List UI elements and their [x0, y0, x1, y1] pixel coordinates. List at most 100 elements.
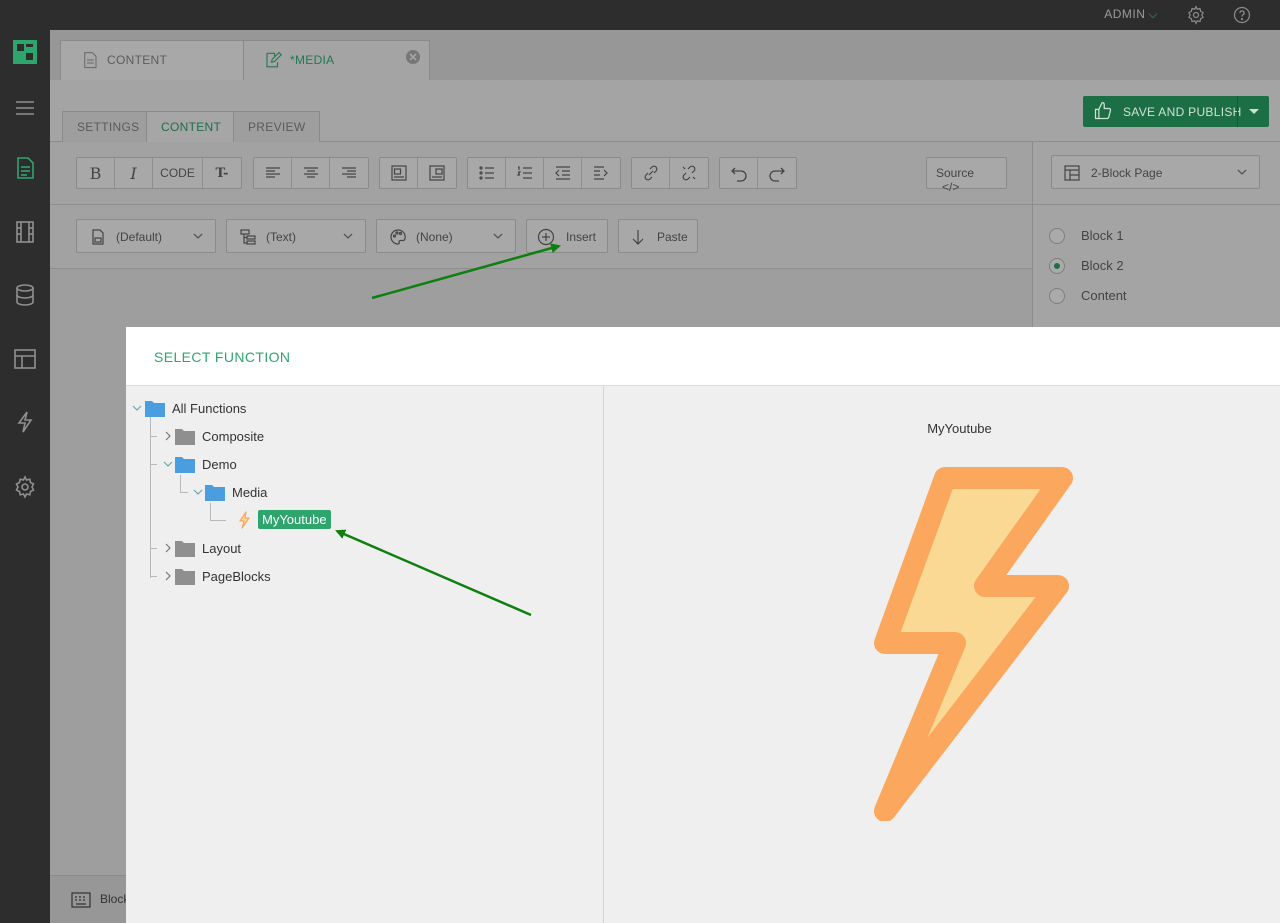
image-left-button[interactable] [380, 158, 418, 188]
radio-button[interactable] [1049, 288, 1065, 304]
top-bar: ADMIN ⌵ [0, 0, 1280, 30]
functions-icon[interactable] [13, 410, 37, 434]
source-button[interactable]: Source </> [926, 157, 1007, 194]
align-left-button[interactable] [254, 158, 292, 188]
folder-icon [175, 541, 195, 557]
tree-item-all-functions[interactable]: All Functions [126, 397, 426, 419]
tab-preview[interactable]: PREVIEW [233, 111, 321, 142]
list-group [467, 157, 621, 189]
content-icon[interactable] [13, 156, 37, 180]
insert-button[interactable]: Insert [526, 219, 608, 253]
layout-icon[interactable] [13, 347, 37, 371]
chevron-right-icon[interactable] [163, 543, 173, 553]
tree-item-pageblocks[interactable]: PageBlocks [126, 565, 426, 587]
chevron-down-icon [1237, 169, 1247, 175]
chevron-right-icon[interactable] [163, 431, 173, 441]
save-options-dropdown[interactable] [1237, 96, 1269, 127]
redo-button[interactable] [758, 158, 796, 188]
document-style-icon [92, 229, 104, 245]
tree-item-media[interactable]: Media [126, 481, 426, 503]
thumbs-up-icon [1094, 102, 1112, 120]
left-rail [0, 0, 50, 923]
align-group [253, 157, 369, 189]
italic-label: I [130, 163, 137, 183]
close-icon[interactable] [405, 49, 421, 65]
image-left-icon [390, 165, 407, 181]
link-button[interactable] [632, 158, 670, 188]
paste-button[interactable]: Paste [618, 219, 698, 253]
editor-subbar: SETTINGS CONTENT PREVIEW SAVE AND PUBLIS… [50, 80, 1280, 142]
tab-content[interactable]: CONTENT [60, 40, 244, 80]
folder-open-icon [205, 485, 225, 501]
tab-editor-content[interactable]: CONTENT [146, 111, 237, 142]
undo-button[interactable] [720, 158, 758, 188]
align-center-button[interactable] [292, 158, 330, 188]
tree-item-myyoutube[interactable]: MyYoutube [126, 509, 426, 531]
tab-label: *MEDIA [290, 53, 335, 67]
style-select[interactable]: (Default) [76, 219, 216, 253]
edit-document-icon [266, 51, 282, 68]
page-template-icon [1064, 165, 1080, 181]
tree-label: Media [232, 485, 268, 500]
italic-button[interactable]: I [115, 158, 153, 188]
undo-icon [730, 167, 747, 182]
chevron-right-icon[interactable] [163, 571, 173, 581]
dialog-header: SELECT FUNCTION [126, 327, 1280, 386]
data-icon[interactable] [13, 283, 37, 307]
align-center-icon [303, 167, 318, 178]
palette-icon [390, 229, 406, 245]
settings-icon[interactable] [13, 475, 37, 499]
save-and-publish-button[interactable]: SAVE AND PUBLISH [1083, 96, 1269, 127]
user-menu[interactable]: ADMIN ⌵ [1104, 7, 1158, 22]
element-select[interactable]: (Text) [226, 219, 366, 253]
indent-button[interactable] [582, 158, 620, 188]
bullet-list-button[interactable] [468, 158, 506, 188]
chevron-down-icon[interactable] [132, 403, 142, 413]
function-preview-bolt-icon [874, 467, 1073, 821]
tree-label: PageBlocks [202, 569, 271, 584]
code-label: CODE [160, 166, 195, 180]
tab-media[interactable]: *MEDIA [243, 40, 430, 80]
image-right-button[interactable] [418, 158, 456, 188]
media-icon[interactable] [13, 220, 37, 244]
outdent-icon [554, 166, 570, 180]
chevron-down-icon [343, 233, 353, 239]
tree-item-composite[interactable]: Composite [126, 425, 426, 447]
tree-label: Composite [202, 429, 265, 444]
numbered-list-icon [516, 166, 532, 179]
code-button[interactable]: CODE [153, 158, 203, 188]
folder-open-icon [175, 457, 195, 473]
function-bolt-icon [239, 511, 250, 529]
keyboard-icon[interactable] [71, 890, 91, 910]
template-select[interactable]: 2-Block Page [1051, 155, 1260, 189]
bottom-strip-label: Block [100, 892, 130, 906]
format-bar: (Default) (Text) (None) Insert Paste [50, 205, 1032, 269]
menu-icon[interactable] [13, 96, 37, 120]
tree-item-layout[interactable]: Layout [126, 537, 426, 559]
link-group [631, 157, 709, 189]
class-select[interactable]: (None) [376, 219, 516, 253]
chevron-down-icon[interactable] [163, 459, 173, 469]
unlink-button[interactable] [670, 158, 708, 188]
template-select-value: 2-Block Page [1091, 166, 1163, 180]
bold-button[interactable]: B [77, 158, 115, 188]
folder-icon [175, 569, 195, 585]
chevron-down-icon[interactable] [193, 487, 203, 497]
numbered-list-button[interactable] [506, 158, 544, 188]
chevron-down-icon [193, 233, 203, 239]
clear-format-button[interactable]: T- [203, 158, 241, 188]
code-brackets-icon: </> [942, 180, 960, 194]
app-logo-icon[interactable] [13, 40, 37, 64]
image-group [379, 157, 457, 189]
gear-icon[interactable] [1186, 5, 1206, 25]
radio-button[interactable] [1049, 228, 1065, 244]
align-right-button[interactable] [330, 158, 368, 188]
outdent-button[interactable] [544, 158, 582, 188]
help-icon[interactable] [1232, 5, 1252, 25]
radio-button-selected[interactable] [1049, 258, 1065, 274]
bullet-list-icon [478, 166, 494, 180]
folder-icon [175, 429, 195, 445]
tree-item-demo[interactable]: Demo [126, 453, 426, 475]
element-select-value: (Text) [266, 230, 296, 244]
tab-settings[interactable]: SETTINGS [62, 111, 155, 142]
